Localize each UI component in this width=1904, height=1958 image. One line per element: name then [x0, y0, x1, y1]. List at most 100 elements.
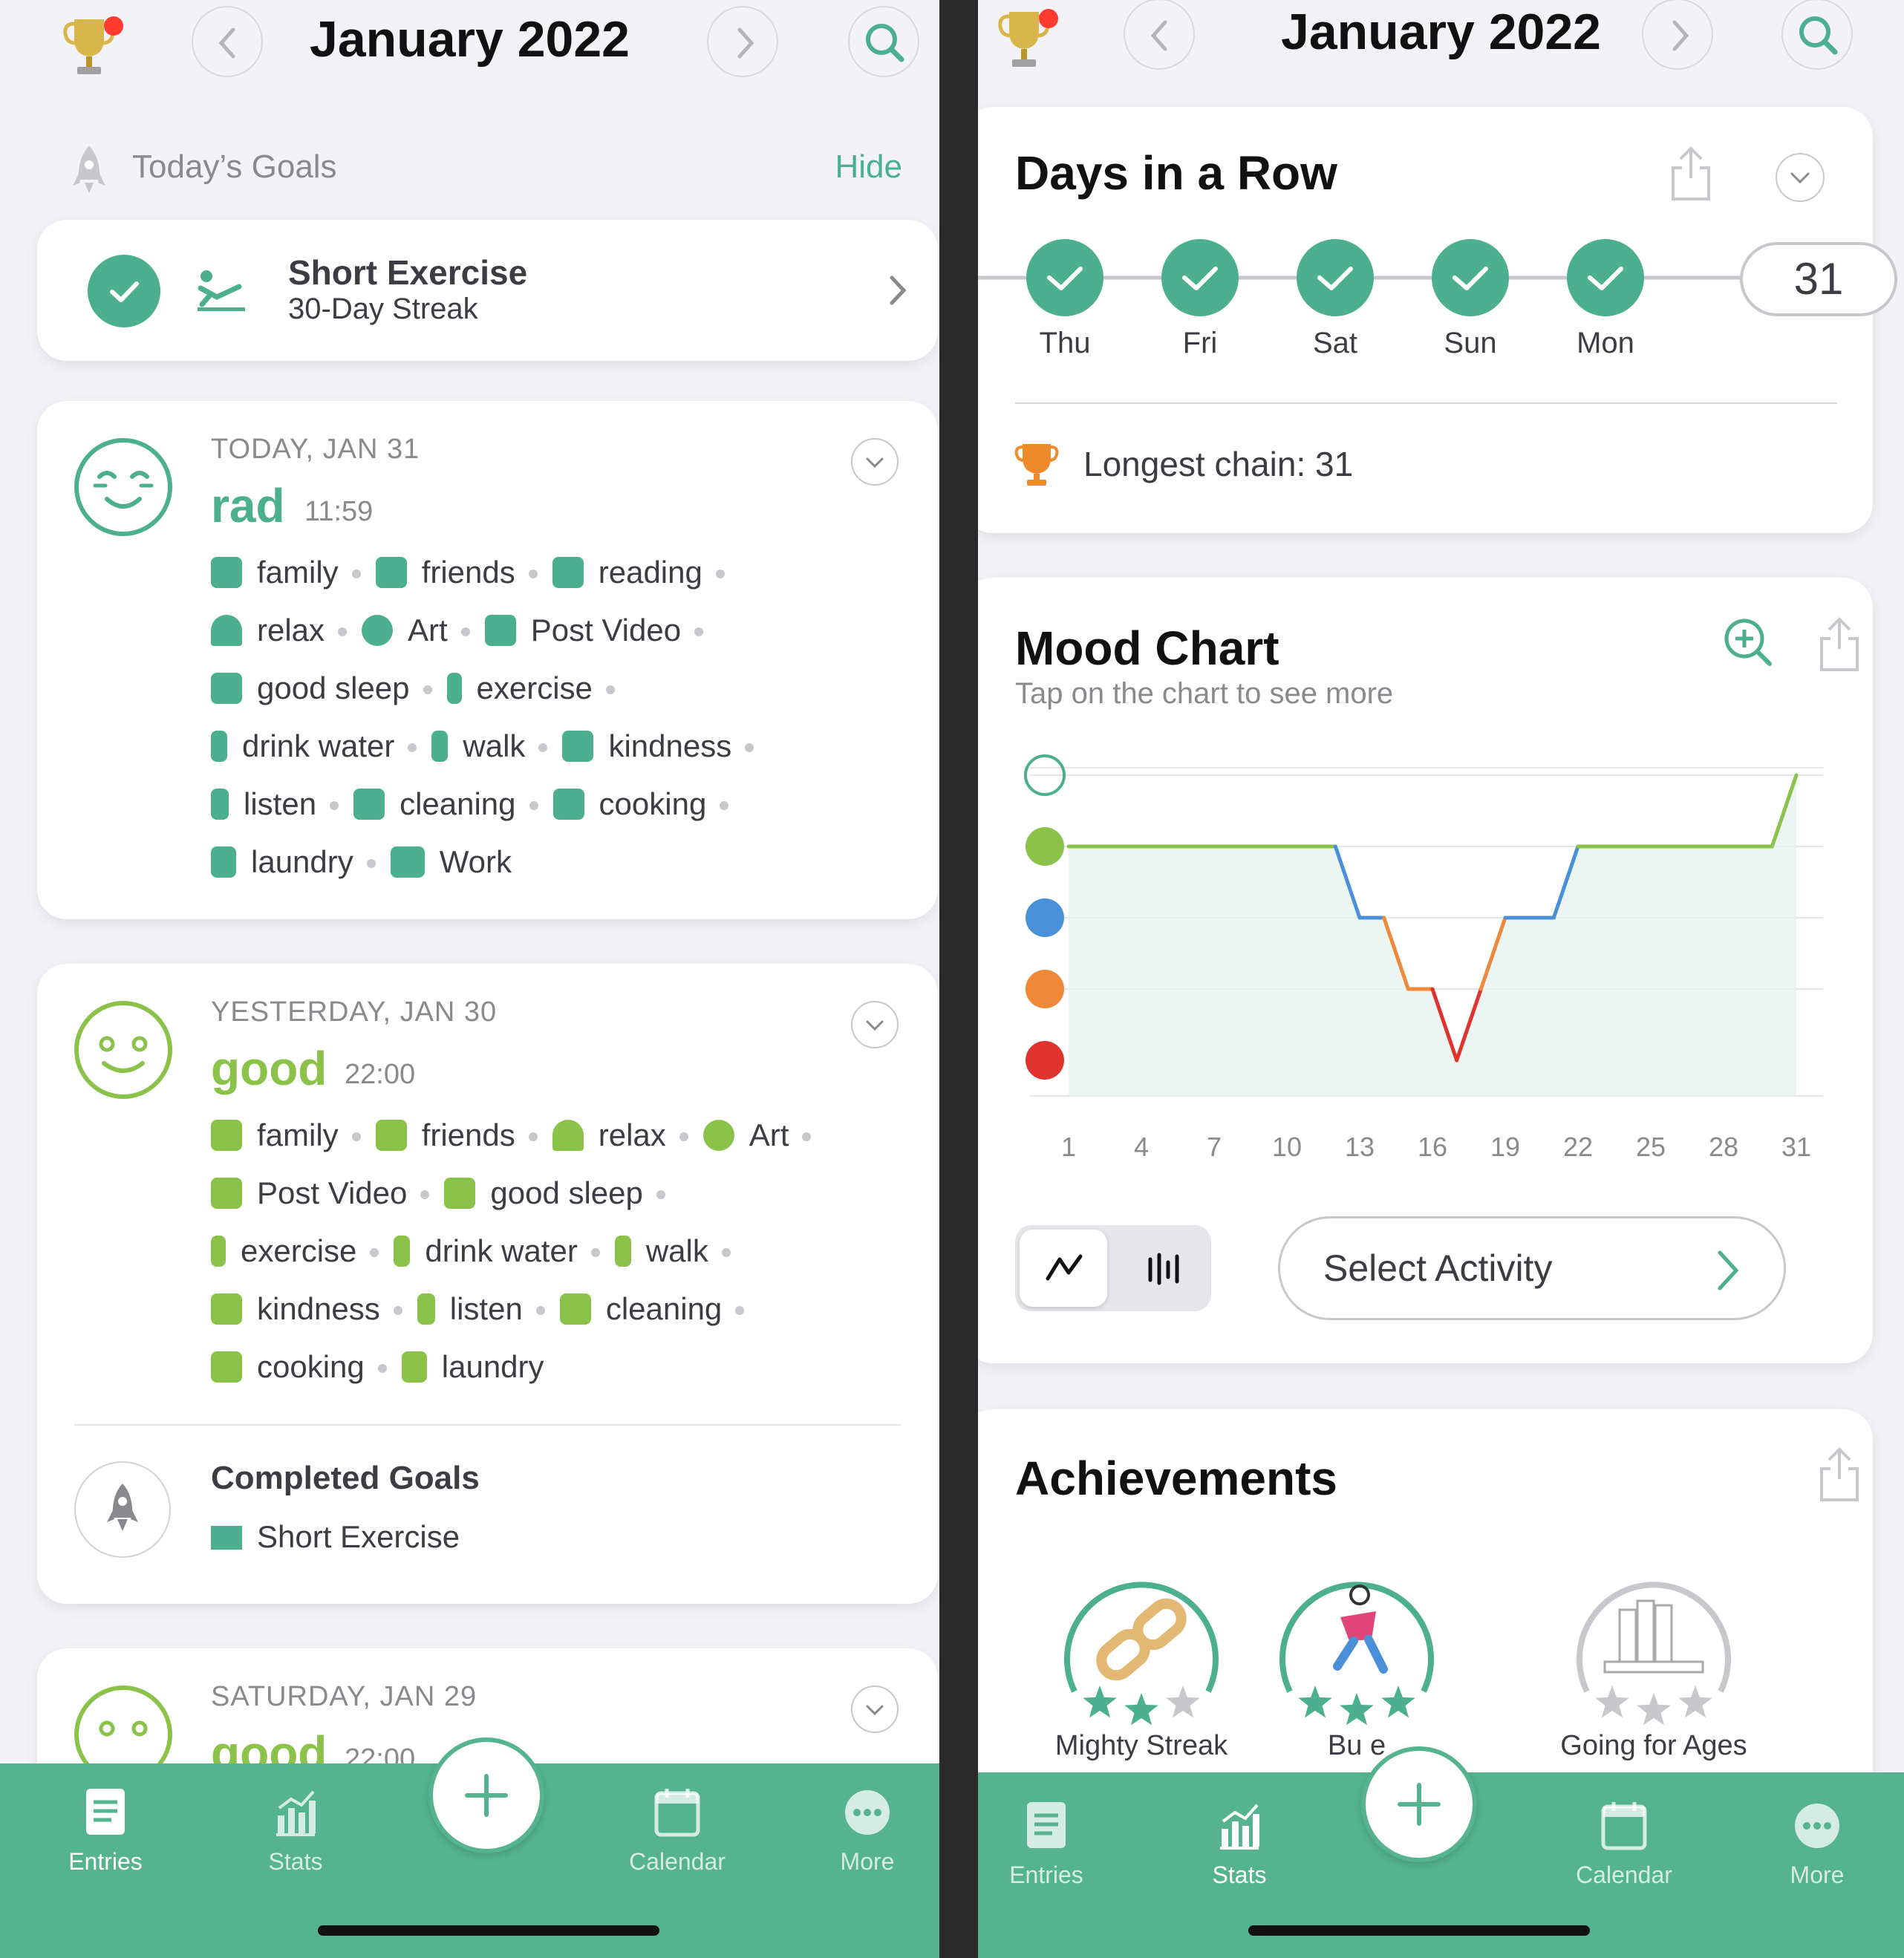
activity-label: family [257, 555, 339, 590]
goal-check-icon [88, 255, 160, 327]
completed-goal-label: Short Exercise [257, 1519, 460, 1554]
add-entry-button[interactable] [428, 1737, 544, 1853]
tab-entries[interactable]: Entries [31, 1786, 180, 1876]
exercise-icon [198, 270, 245, 311]
share-icon[interactable] [1817, 616, 1862, 673]
entries-icon [1023, 1799, 1070, 1851]
next-month-button[interactable] [1642, 0, 1713, 70]
line-chart-option[interactable] [1020, 1230, 1107, 1307]
star-icon [1298, 1685, 1332, 1718]
mood-chart-title: Mood Chart [1015, 621, 1279, 675]
day-label: Mon [1577, 327, 1634, 359]
goal-card[interactable]: Short Exercise 30-Day Streak [37, 220, 938, 361]
tab-more[interactable]: More [1743, 1799, 1891, 1889]
search-button[interactable] [1781, 0, 1853, 70]
entry-card[interactable]: YESTERDAY, JAN 30 good 22:00 family frien… [37, 964, 938, 1604]
divider [74, 1424, 901, 1426]
add-entry-button[interactable] [1361, 1746, 1477, 1862]
horse-icon [484, 615, 516, 646]
entries-screen: January 2022 Today’s Goals Hide Short Ex… [0, 0, 939, 1958]
day-label: Sun [1444, 327, 1497, 359]
palette-icon [702, 1120, 734, 1151]
star-icon [1340, 1693, 1374, 1726]
entry-options-button[interactable] [851, 1001, 899, 1048]
separator-dot [528, 1132, 538, 1141]
activity-item: cleaning [353, 775, 552, 833]
tab-label: Stats [268, 1848, 323, 1875]
activity-item: cleaning [559, 1280, 759, 1338]
select-activity-button[interactable]: Select Activity [1278, 1216, 1786, 1320]
activity-item: Art [362, 601, 485, 659]
x-tick-label: 13 [1344, 1132, 1375, 1162]
activity-label: Post Video [257, 1175, 408, 1210]
rocket-icon [73, 146, 105, 193]
stats-icon [272, 1786, 319, 1838]
streak-day-dot [1567, 239, 1644, 316]
bar-chart-option[interactable] [1119, 1230, 1207, 1307]
awful-mood-icon [1026, 1041, 1064, 1080]
tab-stats[interactable]: Stats [221, 1786, 370, 1876]
star-icon [1124, 1693, 1158, 1726]
tab-more[interactable]: More [793, 1786, 939, 1876]
share-icon[interactable] [1669, 146, 1713, 202]
tab-label: Calendar [1576, 1861, 1672, 1888]
activity-item: walk [431, 717, 562, 775]
todays-goals-row: Today’s Goals Hide [67, 141, 902, 200]
entry-options-button[interactable] [851, 438, 899, 486]
activity-label: cleaning [605, 1291, 723, 1326]
broom-icon [559, 1293, 591, 1325]
mood-chart-subtitle: Tap on the chart to see more [1015, 677, 1394, 710]
activity-item: laundry [401, 1338, 544, 1396]
activity-label: relax [257, 613, 325, 647]
more-icon [1793, 1799, 1841, 1851]
tab-label: Entries [68, 1848, 143, 1875]
tab-calendar[interactable]: Calendar [1550, 1799, 1698, 1889]
activity-label: walk [645, 1233, 708, 1268]
entry-card[interactable]: TODAY, JAN 31 rad 11:59 family friends rea… [37, 401, 938, 919]
hide-goals-button[interactable]: Hide [835, 149, 903, 186]
activity-item: drink water [211, 717, 431, 775]
activity-item: laundry [211, 833, 391, 891]
activity-label: friends [421, 1117, 515, 1152]
separator-dot [377, 1364, 387, 1373]
select-activity-label: Select Activity [1323, 1247, 1553, 1289]
star-icon [1166, 1685, 1200, 1718]
activity-label: family [257, 1117, 339, 1152]
share-icon[interactable] [1817, 1446, 1862, 1503]
x-tick-label: 7 [1206, 1132, 1222, 1162]
zoom-in-icon[interactable] [1722, 616, 1774, 668]
search-button[interactable] [848, 6, 919, 77]
activity-label: walk [463, 728, 526, 763]
divider [1015, 402, 1837, 404]
broom-icon [353, 789, 385, 820]
chevron-down-icon [866, 1020, 884, 1031]
calendar-icon [653, 1786, 701, 1838]
separator-dot [720, 801, 729, 810]
tab-label: Calendar [629, 1848, 726, 1875]
separator-dot [393, 1306, 402, 1315]
separator-dot [420, 1190, 430, 1199]
separator-dot [802, 1132, 812, 1141]
days-in-row-title: Days in a Row [1015, 146, 1337, 200]
entry-options-button[interactable] [851, 1685, 899, 1733]
separator-dot [656, 1190, 665, 1199]
day-label: Sat [1312, 327, 1358, 359]
activity-item: good sleep [211, 659, 447, 717]
achievements-title: Achievements [1015, 1452, 1337, 1505]
tab-calendar[interactable]: Calendar [603, 1786, 752, 1876]
activity-label: good sleep [490, 1175, 643, 1210]
next-month-button[interactable] [707, 6, 778, 77]
tab-entries[interactable]: Entries [978, 1799, 1121, 1889]
chevron-right-icon [737, 27, 754, 59]
stats-screen: January 2022 Days in a Row 31 Thu Fri Sa… [978, 0, 1904, 1958]
entry-mood: rad [211, 479, 285, 532]
chevron-right-icon [1718, 1250, 1739, 1290]
streak-day-dot [1026, 239, 1103, 316]
star-icon [1637, 1693, 1671, 1726]
entry-date: YESTERDAY, JAN 30 [211, 996, 498, 1028]
activity-item: Post Video [484, 601, 718, 659]
tab-stats[interactable]: Stats [1165, 1799, 1314, 1889]
mood-line-chart[interactable] [978, 753, 1873, 1124]
collapse-button[interactable] [1776, 153, 1825, 202]
todays-goals-label: Today’s Goals [132, 149, 337, 185]
